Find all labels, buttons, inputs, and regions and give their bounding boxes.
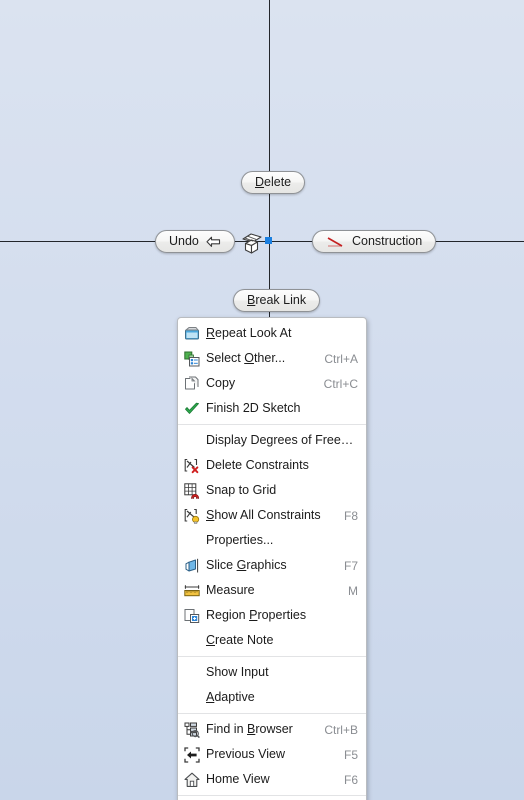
menu-item-label: Select Other... — [206, 352, 286, 365]
marking-menu-construction-button[interactable]: Construction — [312, 230, 437, 253]
marking-menu-construction-label: Construction — [352, 234, 423, 249]
menu-item-home-view[interactable]: Home View F6 — [178, 767, 366, 792]
marking-menu-break-link-button[interactable]: Break Link — [233, 289, 321, 312]
menu-item-display-degrees-of-freedom[interactable]: Display Degrees of Freedom — [178, 428, 366, 453]
menu-item-label: Adaptive — [206, 691, 255, 704]
menu-item-label: Display Degrees of Freedom — [206, 434, 358, 447]
sketch-context-menu[interactable]: Repeat Look At Select Other... Ctrl+A Copy C… — [177, 317, 367, 800]
menu-item-label: Snap to Grid — [206, 484, 277, 497]
menu-item-label: Slice Graphics — [206, 559, 287, 572]
measure-ruler-icon — [183, 582, 200, 599]
menu-item-shortcut: F6 — [343, 772, 358, 787]
marking-menu-delete-button[interactable]: Delete — [241, 171, 306, 194]
menu-item-no-icon — [183, 632, 200, 649]
copy-icon — [183, 375, 200, 392]
menu-item-properties[interactable]: Properties... — [178, 528, 366, 553]
menu-item-previous-view[interactable]: Previous View F5 — [178, 742, 366, 767]
menu-item-shortcut: F7 — [343, 558, 358, 573]
menu-item-select-other[interactable]: Select Other... Ctrl+A — [178, 346, 366, 371]
menu-item-label: Find in Browser — [206, 723, 293, 736]
menu-item-label: Repeat Look At — [206, 327, 292, 340]
finish-sketch-check-icon — [183, 400, 200, 417]
menu-item-adaptive[interactable]: Adaptive — [178, 685, 366, 710]
menu-item-label: Copy — [206, 377, 236, 390]
marking-menu-undo-button[interactable]: Undo — [155, 230, 235, 253]
sketch-viewport[interactable]: Delete Undo Construction Break Link Repe… — [0, 0, 524, 800]
menu-item-label: Previous View — [206, 748, 285, 761]
menu-item-snap-to-grid[interactable]: Snap to Grid — [178, 478, 366, 503]
menu-separator — [178, 795, 366, 796]
menu-item-shortcut: Ctrl+B — [324, 722, 358, 737]
menu-item-copy[interactable]: Copy Ctrl+C — [178, 371, 366, 396]
menu-item-slice-graphics[interactable]: Slice Graphics F7 — [178, 553, 366, 578]
menu-separator — [178, 713, 366, 714]
look-at-box-cursor-icon — [240, 230, 264, 256]
snap-to-grid-icon — [183, 482, 200, 499]
menu-item-shortcut: F5 — [343, 747, 358, 762]
menu-item-label: Finish 2D Sketch — [206, 402, 301, 415]
menu-item-label: Measure — [206, 584, 255, 597]
menu-item-create-note[interactable]: Create Note — [178, 628, 366, 653]
menu-separator — [178, 656, 366, 657]
construction-line-icon — [326, 235, 345, 248]
menu-item-shortcut: M — [348, 583, 358, 598]
menu-item-no-icon — [183, 532, 200, 549]
menu-separator — [178, 424, 366, 425]
menu-item-show-input[interactable]: Show Input — [178, 660, 366, 685]
origin-point[interactable] — [265, 237, 272, 244]
menu-item-label: Show Input — [206, 666, 269, 679]
slice-graphics-icon — [183, 557, 200, 574]
menu-item-region-properties[interactable]: Region Properties — [178, 603, 366, 628]
menu-item-shortcut: Ctrl+C — [323, 376, 358, 391]
find-in-browser-icon — [183, 721, 200, 738]
undo-arrow-icon — [206, 236, 221, 248]
marking-menu-undo-label: Undo — [169, 234, 199, 249]
menu-item-finish-2d-sketch[interactable]: Finish 2D Sketch — [178, 396, 366, 421]
menu-item-label: Region Properties — [206, 609, 307, 622]
marking-menu-break-link-label: Break Link — [247, 293, 307, 308]
menu-item-shortcut: Ctrl+A — [324, 351, 358, 366]
menu-item-find-in-browser[interactable]: Find in Browser Ctrl+B — [178, 717, 366, 742]
select-other-icon — [183, 350, 200, 367]
previous-view-icon — [183, 746, 200, 763]
delete-constraints-icon — [183, 457, 200, 474]
region-properties-icon — [183, 607, 200, 624]
menu-item-show-all-constraints[interactable]: Show All Constraints F8 — [178, 503, 366, 528]
menu-item-no-icon — [183, 664, 200, 681]
show-all-constraints-icon — [183, 507, 200, 524]
menu-item-label: Home View — [206, 773, 270, 786]
menu-item-repeat-look-at[interactable]: Repeat Look At — [178, 321, 366, 346]
menu-item-no-icon — [183, 689, 200, 706]
menu-item-label: Delete Constraints — [206, 459, 309, 472]
menu-item-shortcut: F8 — [343, 508, 358, 523]
menu-item-delete-constraints[interactable]: Delete Constraints — [178, 453, 366, 478]
repeat-look-at-icon — [183, 325, 200, 342]
menu-item-no-icon — [183, 432, 200, 449]
home-view-icon — [183, 771, 200, 788]
menu-item-label: Properties... — [206, 534, 274, 547]
menu-item-label: Show All Constraints — [206, 509, 321, 522]
menu-item-label: Create Note — [206, 634, 274, 647]
menu-item-measure[interactable]: Measure M — [178, 578, 366, 603]
marking-menu-delete-label: Delete — [255, 175, 292, 190]
